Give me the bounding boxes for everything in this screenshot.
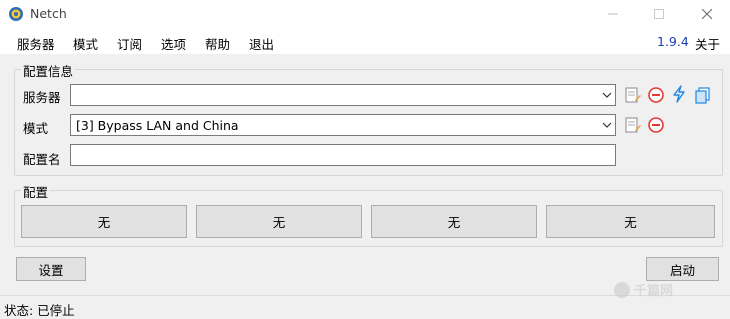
profile-button-4[interactable]: 无	[546, 205, 715, 238]
edit-icon[interactable]	[624, 116, 642, 134]
lightning-icon[interactable]	[670, 85, 688, 103]
profile-button-3[interactable]: 无	[371, 205, 537, 238]
maximize-icon	[654, 9, 664, 19]
status-text: 状态: 已停止	[4, 303, 75, 318]
menu-options[interactable]: 选项	[161, 34, 186, 53]
menu-subscription[interactable]: 订阅	[117, 34, 142, 53]
chevron-down-icon	[602, 92, 612, 98]
mode-combobox[interactable]: [3] Bypass LAN and China	[70, 114, 616, 136]
menu-help[interactable]: 帮助	[205, 34, 230, 53]
close-button[interactable]	[684, 0, 730, 28]
start-button[interactable]: 启动	[646, 257, 719, 281]
menu-exit[interactable]: 退出	[249, 34, 274, 53]
title-bar: Netch	[0, 0, 730, 28]
profiles-title: 配置	[21, 182, 51, 201]
watermark-text: 千篇网	[634, 283, 673, 299]
close-icon	[702, 9, 712, 19]
minimize-icon	[608, 13, 618, 15]
version-label[interactable]: 1.9.4	[657, 34, 689, 49]
remove-icon[interactable]	[647, 116, 665, 134]
server-label: 服务器	[23, 90, 61, 105]
maximize-button[interactable]	[636, 0, 682, 28]
chevron-down-icon	[602, 122, 612, 128]
menu-server[interactable]: 服务器	[17, 34, 55, 53]
mode-value: [3] Bypass LAN and China	[76, 118, 239, 133]
remove-icon[interactable]	[647, 86, 665, 104]
profile-name-label: 配置名	[23, 152, 61, 167]
minimize-button[interactable]	[590, 0, 636, 28]
app-logo-icon	[9, 7, 23, 21]
profile-name-input[interactable]	[70, 144, 616, 166]
settings-button[interactable]: 设置	[16, 257, 86, 281]
menu-about[interactable]: 关于	[695, 34, 720, 53]
profile-button-2[interactable]: 无	[196, 205, 362, 238]
profile-button-1[interactable]: 无	[21, 205, 187, 238]
config-info-title: 配置信息	[21, 61, 76, 80]
edit-icon[interactable]	[624, 86, 642, 104]
watermark-logo: 千篇网	[614, 282, 673, 299]
menu-bar: 服务器 模式 订阅 选项 帮助 退出 1.9.4 关于	[0, 28, 730, 54]
server-combobox[interactable]	[70, 84, 616, 106]
mode-label: 模式	[23, 121, 49, 136]
window-title: Netch	[30, 6, 67, 21]
copy-icon[interactable]	[694, 86, 712, 104]
menu-mode[interactable]: 模式	[73, 34, 98, 53]
